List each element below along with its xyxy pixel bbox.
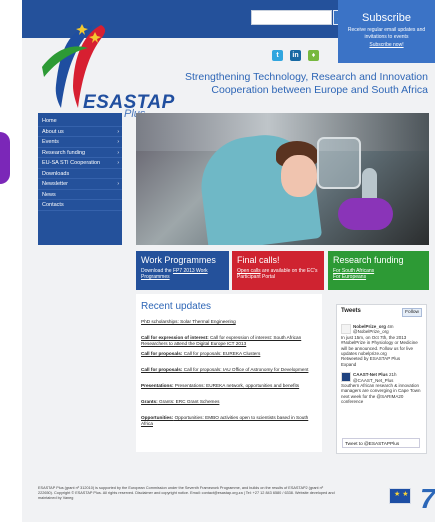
tweet-time: 4m [387, 324, 394, 329]
feature-boxes: Work Programmes Download the FP7 2013 Wo… [136, 251, 429, 290]
update-item[interactable]: Call for proposals: Call for proposals: … [141, 367, 317, 383]
work-programmes-title: Work Programmes [141, 255, 216, 265]
nav-label: Events [42, 139, 59, 145]
update-category: Call for proposals: [141, 351, 183, 356]
lab-bottle [317, 137, 361, 189]
tweet-handle: @NobelPrize_org [353, 329, 389, 335]
update-category: Call for expression of interest: [141, 335, 209, 340]
nav-label: Home [42, 118, 57, 124]
final-calls-title: Final calls! [237, 255, 280, 265]
avatar [341, 372, 351, 383]
update-item[interactable]: Opportunities: Opportunities: EMBO activ… [141, 415, 317, 431]
tweets-title: Tweets [341, 308, 361, 314]
tweet-author: CAAST-Net Plus [353, 372, 388, 378]
europeans-link[interactable]: For Europeans [333, 274, 366, 280]
nav-label: EU-SA STI Cooperation [42, 160, 101, 166]
research-funding-links: For South Africans For Europeans [333, 268, 424, 280]
final-calls-text: Open calls are available on the EC's Par… [237, 268, 319, 280]
follow-button[interactable]: Follow [402, 308, 422, 317]
linkedin-icon[interactable]: in [290, 50, 301, 61]
tagline-line-2: Cooperation between Europe and South Afr… [211, 84, 428, 96]
nav-item-downloads[interactable]: Downloads [38, 169, 122, 179]
tagline-line-1: Strengthening Technology, Research and I… [184, 71, 428, 83]
tweets-header: Tweets Follow [341, 308, 422, 319]
update-category: Grants: [141, 399, 158, 404]
subscribe-description: Receive regular email updates and invita… [347, 27, 426, 40]
update-text: PhD scholarships: Solar Thermal Engineer… [141, 319, 236, 324]
nav-label: Downloads [42, 170, 70, 177]
work-programmes-box[interactable]: Work Programmes Download the FP7 2013 Wo… [136, 251, 229, 290]
update-category: Call for proposals: [141, 367, 183, 372]
chevron-right-icon: › [117, 139, 119, 145]
update-category: Presentations: [141, 383, 174, 388]
update-text: Call for proposals: EUREKA Clusters [182, 351, 261, 356]
twitter-icon[interactable]: t [272, 50, 283, 61]
tweet-time: 21h [389, 372, 397, 378]
tweet-text: Southern African research & innovation m… [341, 383, 421, 405]
site-footer: ESASTAP Plus (grant nº 312010) is suppor… [38, 485, 435, 515]
footer-text: ESASTAP Plus (grant nº 312010) is suppor… [38, 486, 335, 500]
nav-item-about[interactable]: About us › [38, 127, 122, 137]
expand-link[interactable]: Expand [341, 362, 356, 367]
chevron-right-icon: › [117, 181, 119, 187]
update-text: Presentations: EUREKA network, opportuni… [173, 383, 300, 388]
subscribe-panel: Subscribe Receive regular email updates … [338, 0, 435, 63]
tweet-item[interactable]: NobelPrize_org 4m @NobelPrize_org In jus… [341, 324, 422, 367]
research-funding-box[interactable]: Research funding For South Africans For E… [328, 251, 429, 290]
tweet-text: In just 15m, on Oct 7th, the 2013 #Nobel… [341, 334, 418, 357]
nav-item-cooperation[interactable]: EU-SA STI Cooperation › [38, 158, 122, 169]
tweet-compose-input[interactable]: Tweet to @ESASTAPPlus [342, 438, 420, 448]
update-item[interactable]: Call for proposals: Call for proposals: … [141, 351, 317, 367]
purple-glove [338, 198, 393, 230]
nav-label: Newsletter [42, 181, 68, 187]
tweet-item[interactable]: CAAST-Net Plus 21h @CAAST_Net_Plus South… [341, 372, 422, 404]
eu-flag-icon: ★ ★ [389, 488, 411, 504]
nav-item-events[interactable]: Events › [38, 137, 122, 148]
subscribe-link[interactable]: Subscribe now! [338, 42, 435, 48]
update-item[interactable]: Call for expression of interest: Call fo… [141, 335, 317, 351]
avatar [341, 324, 351, 334]
fp7-logo: 7 [420, 483, 435, 514]
recent-updates-panel: Recent updates PhD scholarships: Solar T… [136, 294, 322, 452]
hero-lab-image [136, 113, 429, 245]
chevron-right-icon: › [117, 128, 119, 135]
update-category: Opportunities: [141, 415, 174, 420]
tweets-widget: Tweets Follow NobelPrize_org 4m @NobelPr… [336, 304, 427, 454]
nav-label: Contacts [42, 202, 64, 208]
eu-stars: ★ ★ [394, 491, 409, 498]
nav-item-research-funding[interactable]: Research funding › [38, 148, 122, 158]
chevron-right-icon: › [117, 149, 119, 156]
rss-icon[interactable]: ♦ [308, 50, 319, 61]
nav-label: Research funding [42, 149, 86, 156]
final-calls-box[interactable]: Final calls! Open calls are available on… [232, 251, 324, 290]
left-navigation: Home About us › Events › Research funding ›… [38, 113, 122, 245]
decorative-purple-shape [0, 132, 10, 184]
esastap-logo[interactable]: ESASTAP Plus [24, 20, 174, 120]
update-item[interactable]: Grants: Grants: ERC Grant Schemes [141, 399, 317, 415]
nav-item-news[interactable]: News [38, 190, 122, 200]
tweet-author: NobelPrize_org [353, 324, 387, 329]
scientist-face [281, 155, 317, 197]
recent-updates-title: Recent updates [141, 301, 212, 312]
tweet-handle: @CAAST_Net_Plus [353, 377, 394, 383]
nav-label: About us [42, 128, 64, 135]
update-text: Call for proposals: IAU Office of Astron… [182, 367, 309, 372]
retweet-note: Retweeted by ESASTAP Plus [341, 356, 401, 362]
search-input[interactable] [251, 10, 332, 25]
subscribe-title: Subscribe [362, 12, 411, 24]
update-item[interactable]: Presentations: Presentations: EUREKA net… [141, 383, 317, 399]
research-funding-title: Research funding [333, 255, 404, 265]
update-item[interactable]: PhD scholarships: Solar Thermal Engineer… [141, 319, 317, 335]
site-tagline: Strengthening Technology, Research and I… [160, 71, 428, 97]
nav-item-contacts[interactable]: Contacts [38, 200, 122, 211]
page: ⌕ Subscribe Receive regular email update… [0, 0, 435, 522]
nav-label: News [42, 191, 56, 198]
nav-item-newsletter[interactable]: Newsletter › [38, 179, 122, 190]
work-programmes-text: Download the FP7 2013 Work Programmes [141, 268, 224, 280]
social-links: t in ♦ [272, 50, 319, 61]
chevron-right-icon: › [117, 160, 119, 166]
nav-item-home[interactable]: Home [38, 116, 122, 127]
update-text: Grants: ERC Grant Schemes [157, 399, 220, 404]
